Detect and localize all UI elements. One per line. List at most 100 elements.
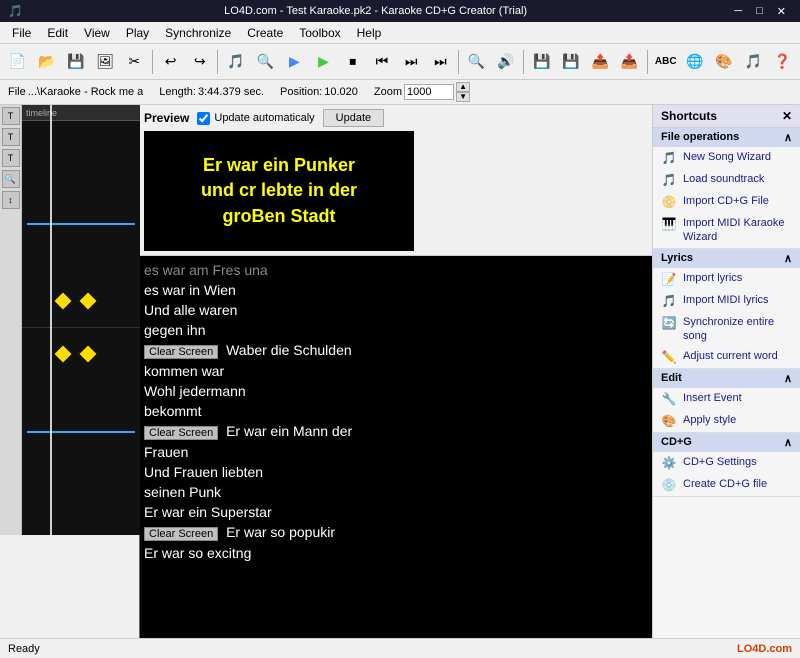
tb-prev2[interactable]: ⏭ (398, 48, 425, 76)
shortcut-adjust-word[interactable]: ✏️ Adjust current word (653, 346, 800, 368)
track-btn-search[interactable]: 🔍 (2, 170, 20, 188)
lyrics-content[interactable]: es war am Fres una es war in Wien Und al… (140, 256, 652, 638)
shortcut-import-midi[interactable]: 🎹 Import MIDI Karaoke Wizard (653, 213, 800, 248)
tb-help[interactable]: ❓ (769, 48, 796, 76)
shortcut-cdg-settings[interactable]: ⚙️ CD+G Settings (653, 452, 800, 474)
shortcuts-close-button[interactable]: ✕ (782, 109, 792, 123)
preview-autoupdate-checkbox[interactable] (197, 112, 210, 125)
track-btn-t2[interactable]: T (2, 128, 20, 146)
adjust-word-label[interactable]: Adjust current word (683, 349, 792, 363)
new-song-wizard-label[interactable]: New Song Wizard (683, 150, 792, 164)
menu-edit[interactable]: Edit (39, 24, 76, 42)
file-value: ...\Karaoke - Rock me a (28, 86, 144, 98)
close-button[interactable]: ✕ (771, 1, 792, 21)
waveform-1 (27, 223, 135, 225)
shortcuts-section-cdg-header[interactable]: CD+G ∧ (653, 433, 800, 452)
tb-redo[interactable]: ↪ (186, 48, 213, 76)
shortcut-import-lyrics[interactable]: 📝 Import lyrics (653, 268, 800, 290)
zoom-up[interactable]: ▲ (456, 82, 470, 92)
tb-next[interactable]: ⏭ (427, 48, 454, 76)
tb-image[interactable]: 🖼 (92, 48, 119, 76)
menu-view[interactable]: View (76, 24, 118, 42)
shortcut-load-soundtrack[interactable]: 🎵 Load soundtrack (653, 169, 800, 191)
load-soundtrack-label[interactable]: Load soundtrack (683, 172, 792, 186)
create-cdg-icon: 💿 (661, 477, 677, 493)
import-lyrics-label[interactable]: Import lyrics (683, 271, 792, 285)
file-info-bar: File ...\Karaoke - Rock me a Length: 3:4… (0, 80, 800, 105)
tb-open[interactable]: 📂 (33, 48, 60, 76)
menu-file[interactable]: File (4, 24, 39, 42)
create-cdg-label[interactable]: Create CD+G file (683, 477, 792, 491)
shortcuts-section-edit: Edit ∧ 🔧 Insert Event 🎨 Apply style (653, 369, 800, 433)
shortcut-new-song-wizard[interactable]: 🎵 New Song Wizard (653, 147, 800, 169)
track-btn-t1[interactable]: T (2, 107, 20, 125)
shortcuts-section-file-header[interactable]: File operations ∧ (653, 128, 800, 147)
adjust-word-icon: ✏️ (661, 349, 677, 365)
left-panel: T T T 🔍 ↕ timeline (0, 105, 140, 638)
shortcuts-section-edit-header[interactable]: Edit ∧ (653, 369, 800, 388)
shortcut-import-midi-lyrics[interactable]: 🎵 Import MIDI lyrics (653, 290, 800, 312)
playhead (50, 105, 52, 535)
track-icon-panel: T T T 🔍 ↕ (0, 105, 22, 535)
minimize-button[interactable]: ─ (728, 1, 748, 21)
tb-cut[interactable]: ✂ (121, 48, 148, 76)
zoom-down[interactable]: ▼ (456, 92, 470, 102)
maximize-button[interactable]: □ (750, 1, 769, 21)
import-cdg-label[interactable]: Import CD+G File (683, 194, 792, 208)
zoom-input[interactable] (404, 84, 454, 100)
shortcuts-section-lyrics-header[interactable]: Lyrics ∧ (653, 249, 800, 268)
tb-search[interactable]: 🔍 (252, 48, 279, 76)
waveform-2 (27, 431, 135, 433)
tb-save[interactable]: 💾 (62, 48, 89, 76)
menu-create[interactable]: Create (239, 24, 291, 42)
tb-play-begin[interactable]: ▶ (281, 48, 308, 76)
ruler-label: timeline (26, 108, 57, 118)
tb-globe[interactable]: 🌐 (681, 48, 708, 76)
tb-abc[interactable]: ABC (652, 48, 679, 76)
preview-checkbox-label[interactable]: Update automaticaly (197, 112, 314, 125)
tb-undo[interactable]: ↩ (157, 48, 184, 76)
tb-music2[interactable]: 🎵 (740, 48, 767, 76)
tb-stop[interactable]: ⏹ (339, 48, 366, 76)
shortcut-sync-song[interactable]: 🔄 Synchronize entire song (653, 312, 800, 347)
toolbar-separator-2 (217, 50, 218, 74)
tb-prev[interactable]: ⏮ (368, 48, 395, 76)
tb-play[interactable]: ▶ (310, 48, 337, 76)
apply-style-label[interactable]: Apply style (683, 413, 792, 427)
menu-synchronize[interactable]: Synchronize (157, 24, 239, 42)
shortcut-apply-style[interactable]: 🎨 Apply style (653, 410, 800, 432)
tb-volume[interactable]: 🔊 (492, 48, 519, 76)
list-item: Frauen (140, 442, 652, 462)
shortcut-create-cdg[interactable]: 💿 Create CD+G file (653, 474, 800, 496)
import-midi-label[interactable]: Import MIDI Karaoke Wizard (683, 216, 792, 245)
shortcut-insert-event[interactable]: 🔧 Insert Event (653, 388, 800, 410)
preview-update-button[interactable]: Update (323, 109, 384, 127)
toolbar-separator-5 (647, 50, 648, 74)
tb-export1[interactable]: 💾 (528, 48, 555, 76)
track-main-area: timeline (22, 105, 140, 535)
cdg-settings-label[interactable]: CD+G Settings (683, 455, 792, 469)
menu-play[interactable]: Play (118, 24, 157, 42)
list-item: Er war so excitng (140, 543, 652, 563)
tb-palette[interactable]: 🎨 (711, 48, 738, 76)
title-bar-title: LO4D.com - Test Karaoke.pk2 - Karaoke CD… (23, 5, 728, 17)
tb-export2[interactable]: 💾 (558, 48, 585, 76)
menu-toolbox[interactable]: Toolbox (291, 24, 348, 42)
import-midi-icon: 🎹 (661, 216, 677, 232)
sync-song-label[interactable]: Synchronize entire song (683, 315, 792, 344)
insert-event-label[interactable]: Insert Event (683, 391, 792, 405)
tb-audio[interactable]: 🎵 (222, 48, 249, 76)
track-1 (22, 121, 140, 328)
shortcuts-lyrics-label: Lyrics (661, 252, 693, 265)
track-btn-zoom[interactable]: ↕ (2, 191, 20, 209)
tb-export3[interactable]: 📤 (587, 48, 614, 76)
import-midi-lyrics-label[interactable]: Import MIDI lyrics (683, 293, 792, 307)
menu-help[interactable]: Help (349, 24, 390, 42)
tb-new[interactable]: 📄 (4, 48, 31, 76)
shortcut-import-cdg[interactable]: 📀 Import CD+G File (653, 191, 800, 213)
clear-screen-tag-3: Clear Screen (144, 527, 218, 541)
tb-export4[interactable]: 📤 (616, 48, 643, 76)
track-btn-t3[interactable]: T (2, 149, 20, 167)
list-item: Und Frauen liebten (140, 462, 652, 482)
tb-zoom[interactable]: 🔍 (463, 48, 490, 76)
